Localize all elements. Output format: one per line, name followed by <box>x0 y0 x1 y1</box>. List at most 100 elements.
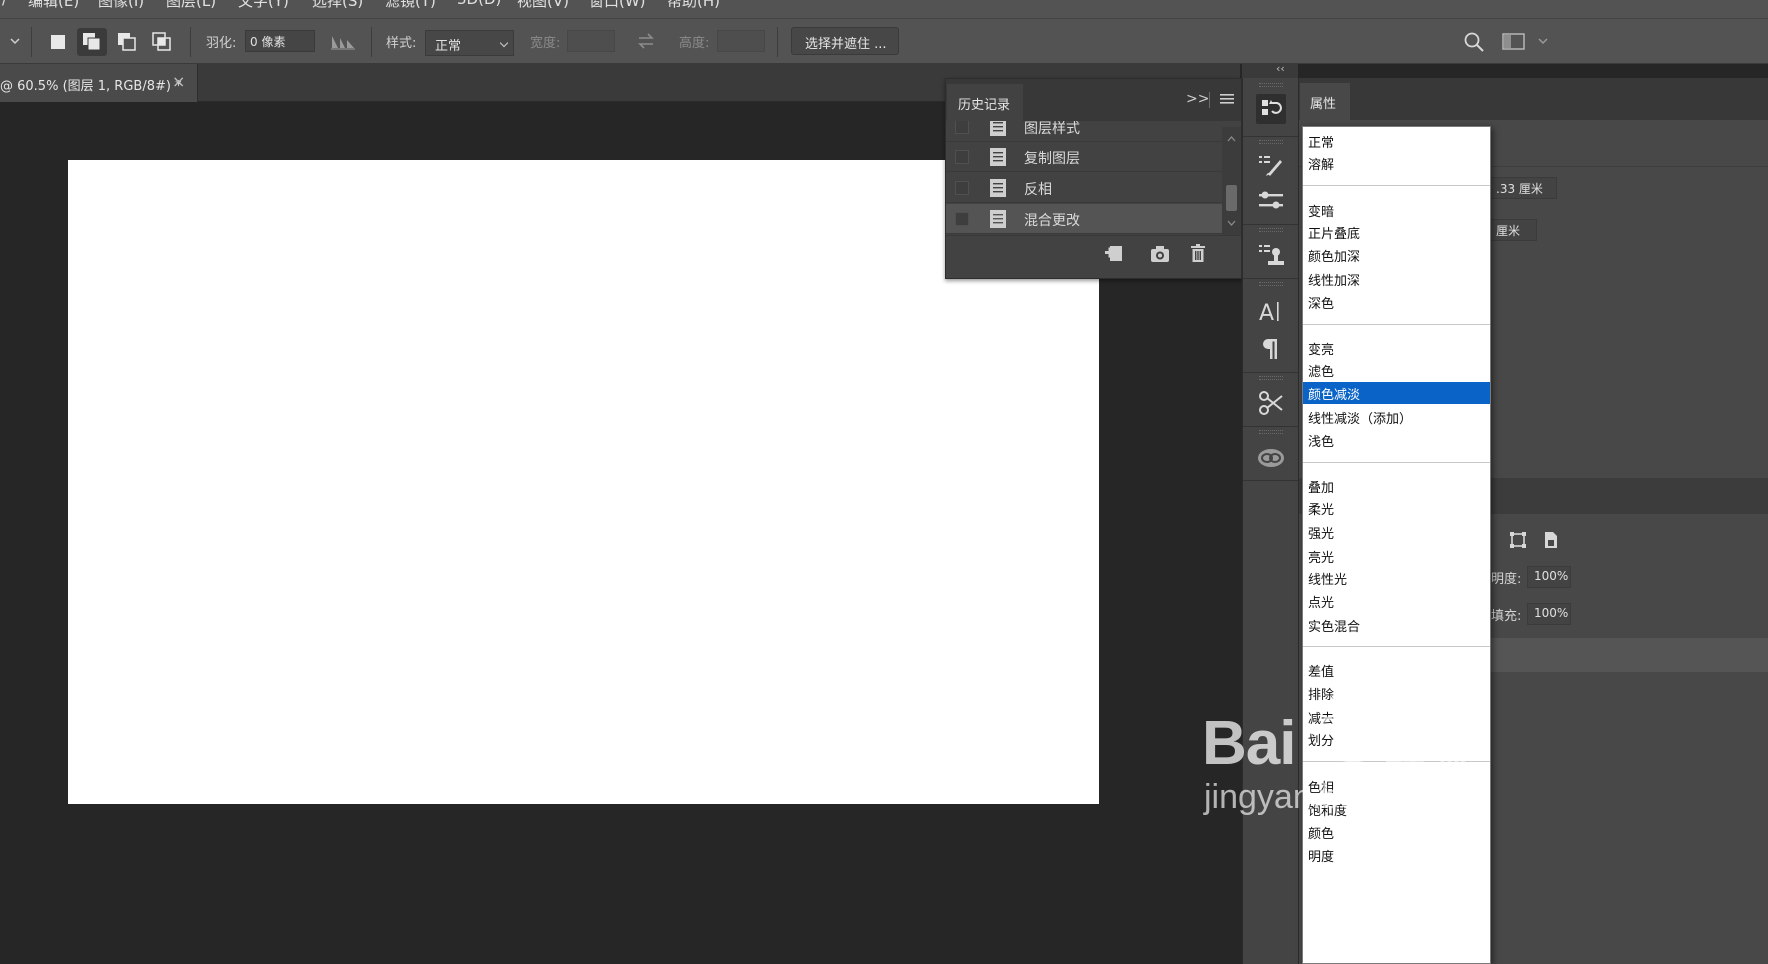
grip[interactable] <box>1259 376 1283 380</box>
blend-option[interactable]: 正常 <box>1303 130 1490 152</box>
history-snapshot-checkbox[interactable] <box>955 150 969 164</box>
menu-window[interactable]: 窗口(W) <box>589 0 646 11</box>
creative-cloud-libraries-icon[interactable] <box>1256 442 1286 472</box>
width-input[interactable] <box>567 30 615 52</box>
history-item-label: 混合更改 <box>1024 213 1080 229</box>
select-and-mask-button[interactable]: 选择并遮住 ... <box>791 27 899 55</box>
menu-select[interactable]: 选择(S) <box>312 0 363 11</box>
blend-option[interactable]: 点光 <box>1303 590 1490 612</box>
blend-option[interactable]: 线性减淡（添加） <box>1303 406 1490 428</box>
history-snapshot-checkbox[interactable] <box>955 212 969 226</box>
blend-option[interactable]: 实色混合 <box>1303 614 1490 636</box>
link-file-icon[interactable] <box>1543 531 1559 553</box>
blend-mode-dropdown[interactable]: 正常 溶解 变暗 正片叠底 颜色加深 线性加深 深色 变亮 滤色 颜色减淡 线性… <box>1302 126 1491 964</box>
grip[interactable] <box>1259 140 1283 144</box>
history-panel-tabs: 历史记录 >> <box>946 79 1241 121</box>
menu-3d[interactable]: 3D(D) <box>457 0 501 8</box>
divider <box>1243 224 1299 225</box>
menu-view[interactable]: 视图(V) <box>517 0 569 11</box>
search-icon[interactable] <box>1463 31 1485 57</box>
blend-option[interactable]: 柔光 <box>1303 497 1490 519</box>
paragraph-panel-icon[interactable] <box>1256 334 1286 364</box>
menu-layer[interactable]: 图层(L) <box>166 0 216 11</box>
feather-input[interactable]: 0 像素 <box>245 30 315 52</box>
grip[interactable] <box>1259 282 1283 286</box>
menu-edit[interactable]: 编辑(E) <box>28 0 79 11</box>
fill-field[interactable]: 100% <box>1527 603 1571 625</box>
blend-option[interactable]: 线性加深 <box>1303 268 1490 290</box>
blend-option[interactable]: 饱和度 <box>1303 798 1490 820</box>
blend-option[interactable]: 划分 <box>1303 728 1490 750</box>
tab-history[interactable]: 历史记录 <box>947 84 1023 121</box>
new-document-from-state-icon[interactable] <box>1104 244 1126 268</box>
blend-option[interactable]: 线性光 <box>1303 567 1490 589</box>
history-item-label: 图层样式 <box>1024 121 1080 137</box>
subtract-from-selection-icon[interactable] <box>112 28 142 56</box>
history-snapshot-checkbox[interactable] <box>955 121 969 134</box>
close-tab-icon[interactable]: × <box>172 72 185 91</box>
blend-option[interactable]: 明度 <box>1303 844 1490 866</box>
blend-option[interactable]: 变亮 <box>1303 337 1490 359</box>
menu-item[interactable]: / <box>2 0 7 8</box>
blend-option[interactable]: 减去 <box>1303 706 1490 728</box>
history-item[interactable]: 图层样式 <box>946 121 1222 142</box>
history-scrollbar[interactable] <box>1222 127 1241 235</box>
workspace-chevron-icon[interactable] <box>1537 35 1549 50</box>
blend-option[interactable]: 颜色 <box>1303 821 1490 843</box>
panel-menu-icon[interactable] <box>1220 92 1234 110</box>
history-item-selected[interactable]: 混合更改 <box>946 204 1222 234</box>
menu-type[interactable]: 文字(Y) <box>238 0 289 11</box>
collapse-panels-icon[interactable]: ‹‹ <box>1276 62 1285 75</box>
camera-snapshot-icon[interactable] <box>1149 244 1171 268</box>
anti-alias-icon[interactable] <box>330 32 356 56</box>
width-value-field[interactable]: .33 厘米 <box>1489 177 1557 199</box>
blend-option[interactable]: 变暗 <box>1303 199 1490 221</box>
panel-collapse-bar[interactable]: ‹‹ <box>1242 62 1298 78</box>
height-input[interactable] <box>717 30 765 52</box>
menu-filter[interactable]: 滤镜(T) <box>385 0 436 11</box>
swap-icon[interactable] <box>636 31 656 55</box>
blend-option[interactable]: 正片叠底 <box>1303 221 1490 243</box>
new-selection-icon[interactable] <box>43 28 73 56</box>
clone-source-icon[interactable] <box>1256 240 1286 270</box>
layer-row[interactable] <box>1491 638 1768 672</box>
blend-option[interactable]: 滤色 <box>1303 359 1490 381</box>
menu-image[interactable]: 图像(I) <box>98 0 144 11</box>
grip[interactable] <box>1259 83 1283 87</box>
brush-presets-icon[interactable] <box>1256 150 1286 180</box>
style-select[interactable]: 正常 <box>425 30 514 56</box>
tool-presets-icon[interactable] <box>1256 388 1286 418</box>
blend-option[interactable]: 浅色 <box>1303 429 1490 451</box>
blend-option[interactable]: 深色 <box>1303 291 1490 313</box>
tool-preset-chevron-icon[interactable] <box>9 35 21 50</box>
blend-option[interactable]: 溶解 <box>1303 152 1490 174</box>
history-snapshot-checkbox[interactable] <box>955 181 969 195</box>
blend-option[interactable]: 颜色加深 <box>1303 244 1490 266</box>
menu-help[interactable]: 帮助(H) <box>667 0 720 11</box>
history-item[interactable]: 反相 <box>946 173 1222 203</box>
opacity-field[interactable]: 100% <box>1527 566 1571 588</box>
transform-bounds-icon[interactable] <box>1509 531 1527 553</box>
history-panel-icon[interactable] <box>1256 94 1286 124</box>
expand-panel-icon[interactable]: >> <box>1186 91 1209 107</box>
tab-properties[interactable]: 属性 <box>1300 83 1350 120</box>
brush-settings-icon[interactable] <box>1256 186 1286 216</box>
blend-option[interactable]: 排除 <box>1303 682 1490 704</box>
blend-option[interactable]: 叠加 <box>1303 475 1490 497</box>
delete-trash-icon[interactable] <box>1188 243 1208 267</box>
document-tab[interactable]: @ 60.5% (图层 1, RGB/8#) * × <box>0 64 198 102</box>
blend-option[interactable]: 差值 <box>1303 659 1490 681</box>
blend-option[interactable]: 色相 <box>1303 775 1490 797</box>
history-item[interactable]: 复制图层 <box>946 142 1222 172</box>
divider <box>1243 480 1299 481</box>
workspace-layout-icon[interactable] <box>1502 32 1526 56</box>
grip[interactable] <box>1259 430 1283 434</box>
grip[interactable] <box>1259 228 1283 232</box>
intersect-selection-icon[interactable] <box>147 28 177 56</box>
character-panel-icon[interactable]: A <box>1256 296 1286 326</box>
blend-option[interactable]: 亮光 <box>1303 545 1490 567</box>
height-value-field[interactable]: 厘米 <box>1489 219 1537 241</box>
blend-option-selected[interactable]: 颜色减淡 <box>1303 382 1490 404</box>
blend-option[interactable]: 强光 <box>1303 521 1490 543</box>
add-to-selection-icon[interactable] <box>77 28 107 56</box>
